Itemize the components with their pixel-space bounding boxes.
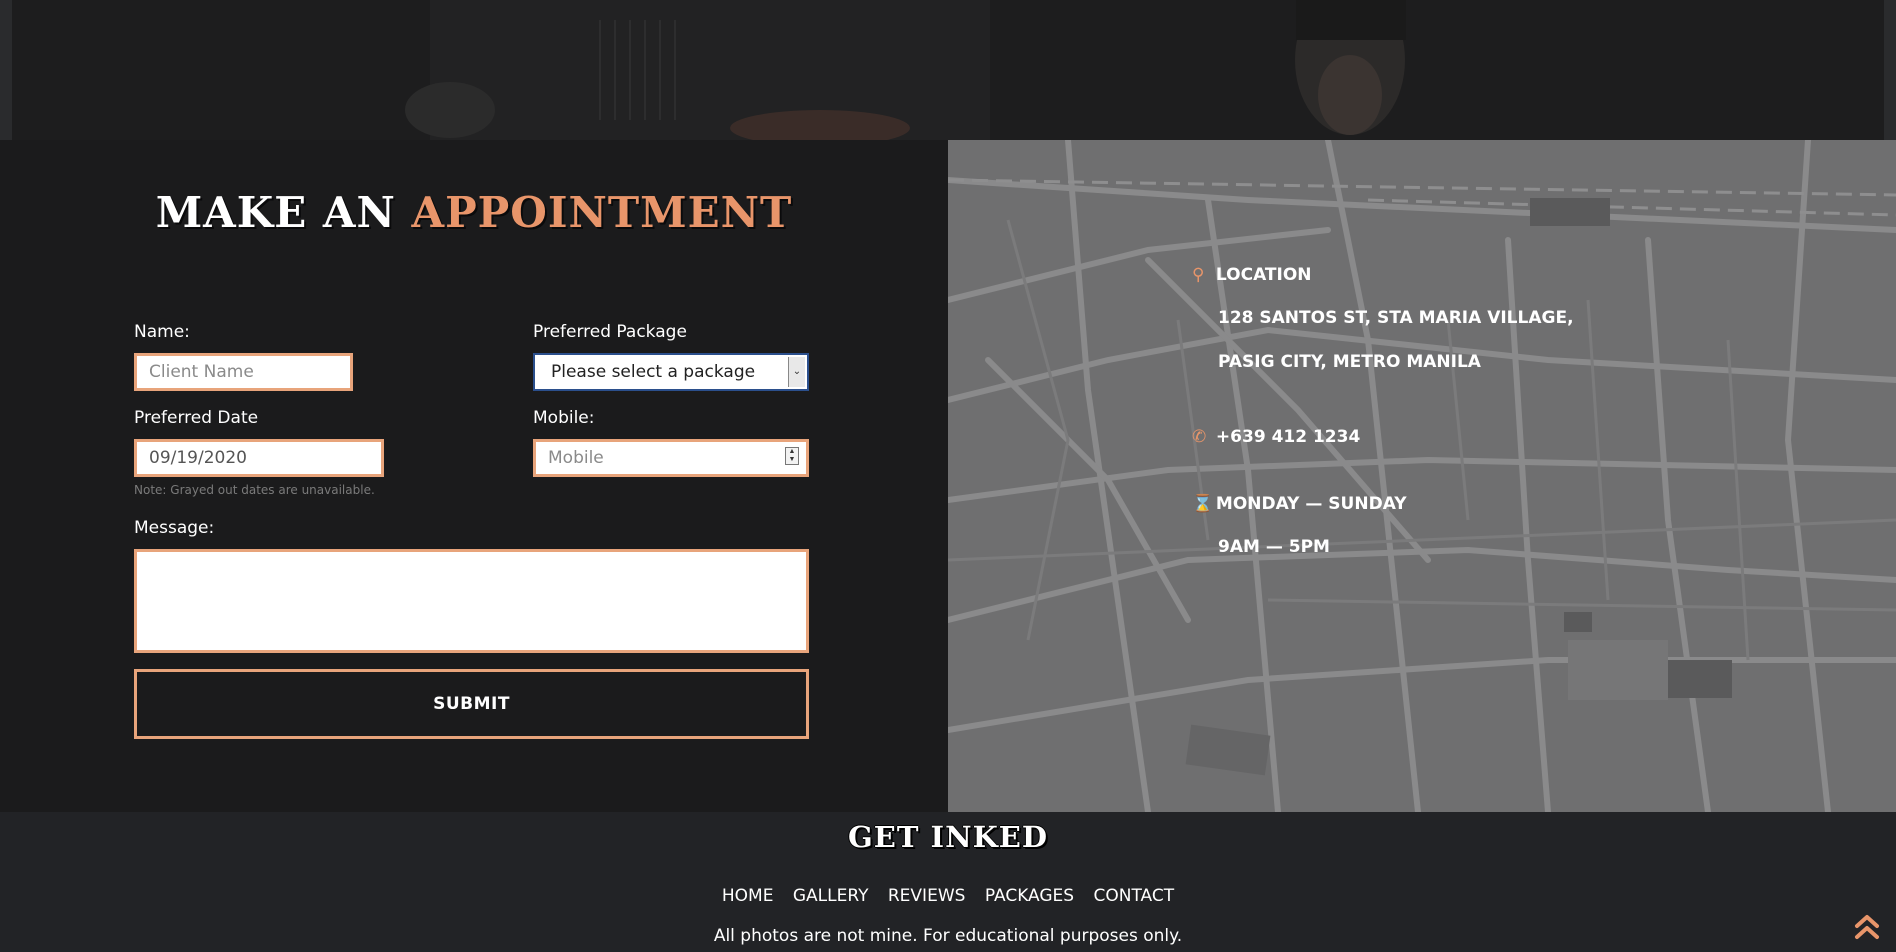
number-stepper[interactable]: ▲ ▼ — [785, 447, 799, 465]
footer-nav: HOME GALLERY REVIEWS PACKAGES CONTACT — [0, 886, 1896, 906]
footer-nav-contact[interactable]: CONTACT — [1093, 886, 1174, 906]
appointment-title: MAKE AN APPOINTMENT — [0, 188, 948, 237]
mobile-input[interactable] — [533, 439, 809, 477]
appointment-title-accent: APPOINTMENT — [411, 188, 793, 237]
package-select[interactable]: Please select a package ⌄ — [533, 353, 809, 391]
client-name-input[interactable] — [134, 353, 353, 391]
package-label: Preferred Package — [533, 322, 687, 342]
footer-nav-home[interactable]: HOME — [722, 886, 774, 906]
appointment-section: MAKE AN APPOINTMENT Name: Preferred Pack… — [0, 140, 948, 812]
phone-number: +639 412 1234 — [1215, 427, 1361, 447]
hero-image-strip — [0, 0, 1896, 140]
footer-nav-gallery[interactable]: GALLERY — [793, 886, 869, 906]
hero-edge-right — [1884, 0, 1896, 140]
message-textarea[interactable] — [134, 549, 809, 653]
hours-row: ⌛ MONDAY — SUNDAY — [1192, 494, 1407, 514]
footer: GET INKED HOME GALLERY REVIEWS PACKAGES … — [0, 812, 1896, 952]
submit-button[interactable]: SUBMIT — [134, 669, 809, 739]
footer-logo[interactable]: GET INKED — [0, 820, 1896, 854]
appointment-title-main: MAKE AN — [155, 188, 396, 237]
mobile-label: Mobile: — [533, 408, 595, 428]
map-pin-icon: ⚲ — [1192, 265, 1205, 285]
location-heading-row: ⚲ LOCATION — [1192, 265, 1312, 285]
footer-nav-reviews[interactable]: REVIEWS — [888, 886, 966, 906]
package-select-value: Please select a package — [551, 362, 756, 382]
footer-disclaimer: All photos are not mine. For educational… — [713, 926, 1183, 946]
double-chevron-up-icon[interactable] — [1854, 912, 1880, 942]
preferred-date-input[interactable] — [134, 439, 384, 477]
phone-row: ✆ +639 412 1234 — [1192, 427, 1360, 447]
business-hours: 9AM — 5PM — [1218, 537, 1330, 557]
date-label: Preferred Date — [134, 408, 259, 428]
map-section: ⚲ LOCATION 128 SANTOS ST, STA MARIA VILL… — [948, 140, 1896, 812]
map-background — [948, 140, 1896, 812]
footer-nav-packages[interactable]: PACKAGES — [985, 886, 1074, 906]
business-days: MONDAY — SUNDAY — [1215, 494, 1407, 514]
phone-icon: ✆ — [1192, 427, 1207, 447]
hourglass-icon: ⌛ — [1192, 494, 1214, 514]
message-label: Message: — [134, 518, 215, 538]
date-note: Note: Grayed out dates are unavailable. — [134, 483, 375, 497]
location-heading: LOCATION — [1215, 265, 1312, 285]
address-line-2: PASIG CITY, METRO MANILA — [1218, 352, 1481, 372]
hero-photo — [12, 0, 1884, 140]
mobile-field-wrapper: ▲▼ — [533, 439, 809, 477]
address-line-1: 128 SANTOS ST, STA MARIA VILLAGE, — [1218, 308, 1574, 328]
chevron-down-icon[interactable]: ⌄ — [788, 357, 805, 387]
name-label: Name: — [134, 322, 190, 342]
